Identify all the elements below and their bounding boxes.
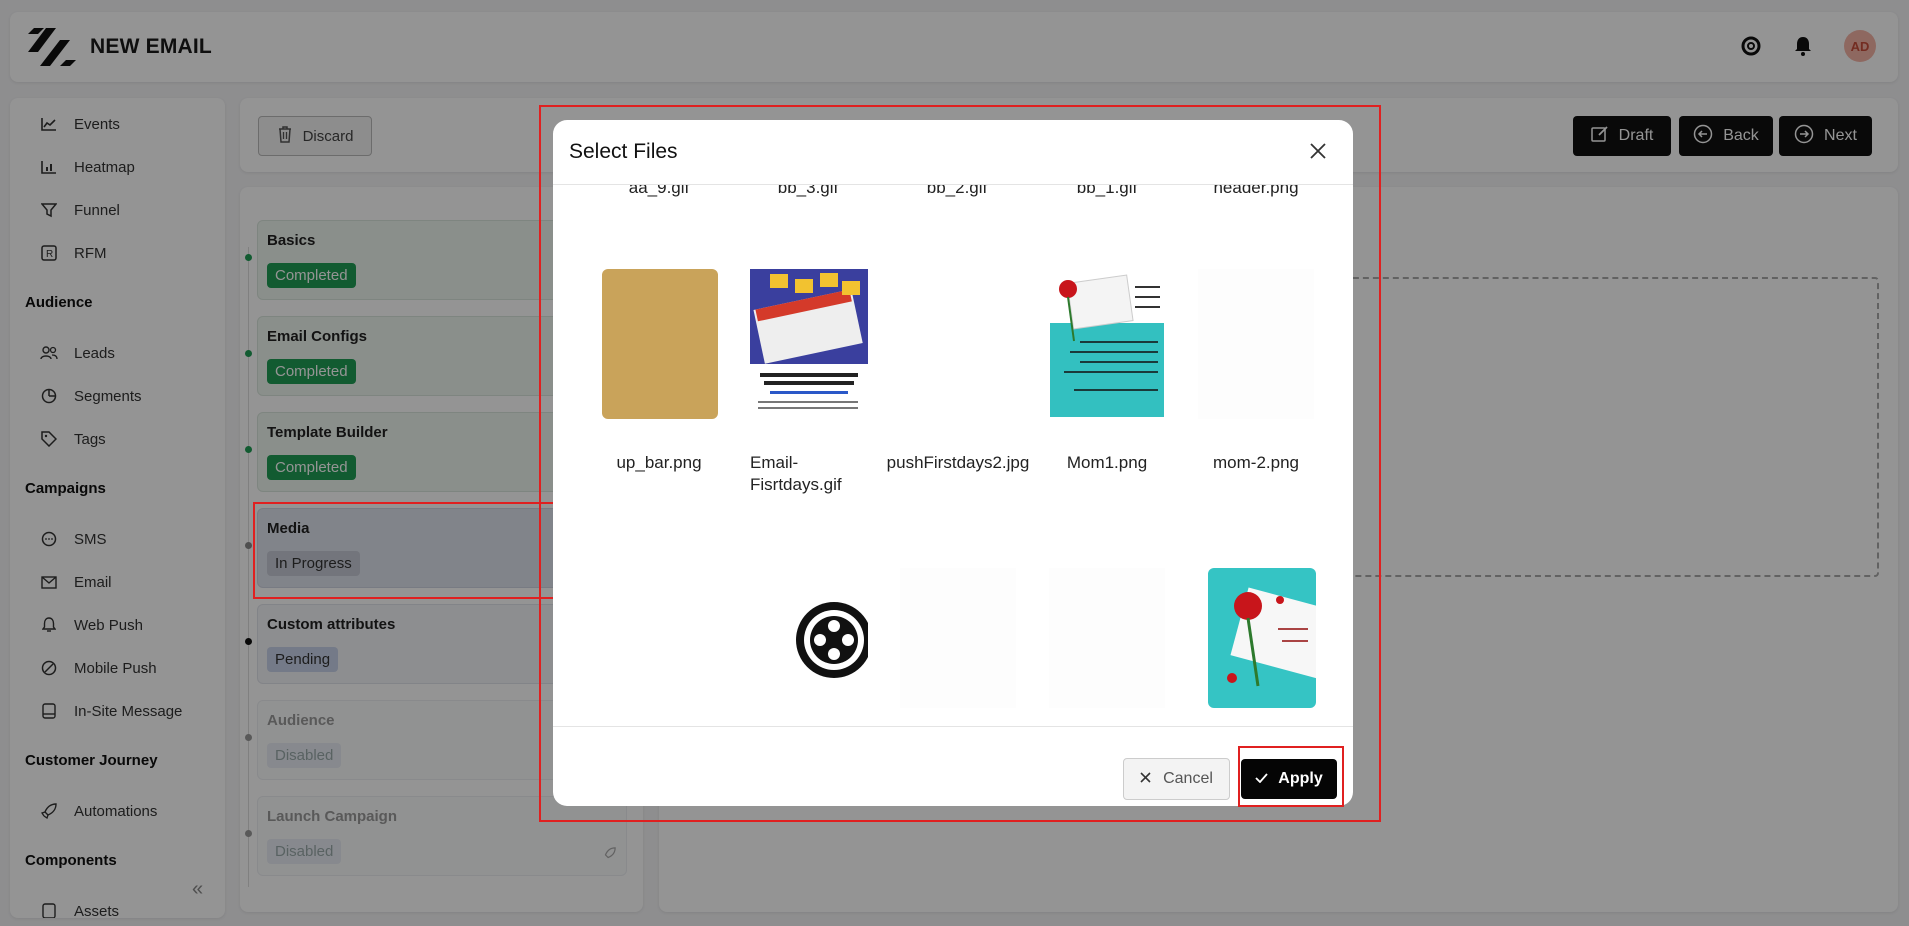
file-thumb[interactable] [750,563,868,713]
divider [553,726,1353,727]
modal-title: Select Files [569,140,678,163]
x-icon [1140,770,1151,788]
file-thumb-email-firstdays[interactable] [750,269,868,419]
file-grid: aa_9.gif bb_3.gif bb_2.gif bb_1.gif head… [553,185,1353,726]
file-preview [1049,568,1165,708]
file-preview [1208,568,1316,708]
file-preview [602,269,718,419]
cancel-label: Cancel [1163,770,1213,787]
file-preview [900,568,1016,708]
file-name: pushFirstdays2.jpg [886,453,1030,472]
file-preview [900,269,1016,419]
file-thumb[interactable] [601,563,719,713]
file-preview [602,568,718,708]
file-thumb[interactable] [899,563,1017,713]
file-preview [750,269,868,419]
file-name: bb_3.gif [777,185,839,197]
file-name: Mom1.png [1066,453,1148,472]
file-name: aa_9.gif [628,185,690,197]
file-name: up_bar.png [616,453,702,472]
file-thumb[interactable] [1048,563,1166,713]
file-thumb[interactable] [1208,563,1316,713]
film-reel-icon [750,568,868,708]
file-name: mom-2.png [1213,453,1299,472]
highlight-apply-button [1238,746,1344,807]
file-name: header.png [1213,185,1299,197]
file-preview [1050,271,1164,417]
file-thumb-mom1[interactable] [1048,269,1166,419]
highlight-media-step [253,502,556,599]
cancel-button[interactable]: Cancel [1123,758,1230,800]
file-preview [1198,269,1314,419]
file-thumb-push-firstdays2[interactable] [899,269,1017,419]
select-files-modal: Select Files aa_9.gif bb_3.gif bb_2.gif … [553,120,1353,806]
file-thumb-mom-2[interactable] [1197,269,1315,419]
close-icon[interactable] [1305,138,1331,164]
file-name: Email-Fisrtdays.gif [750,453,842,494]
file-name: bb_1.gif [1076,185,1138,197]
file-name: bb_2.gif [926,185,988,197]
file-thumb-up-bar[interactable] [601,269,719,419]
